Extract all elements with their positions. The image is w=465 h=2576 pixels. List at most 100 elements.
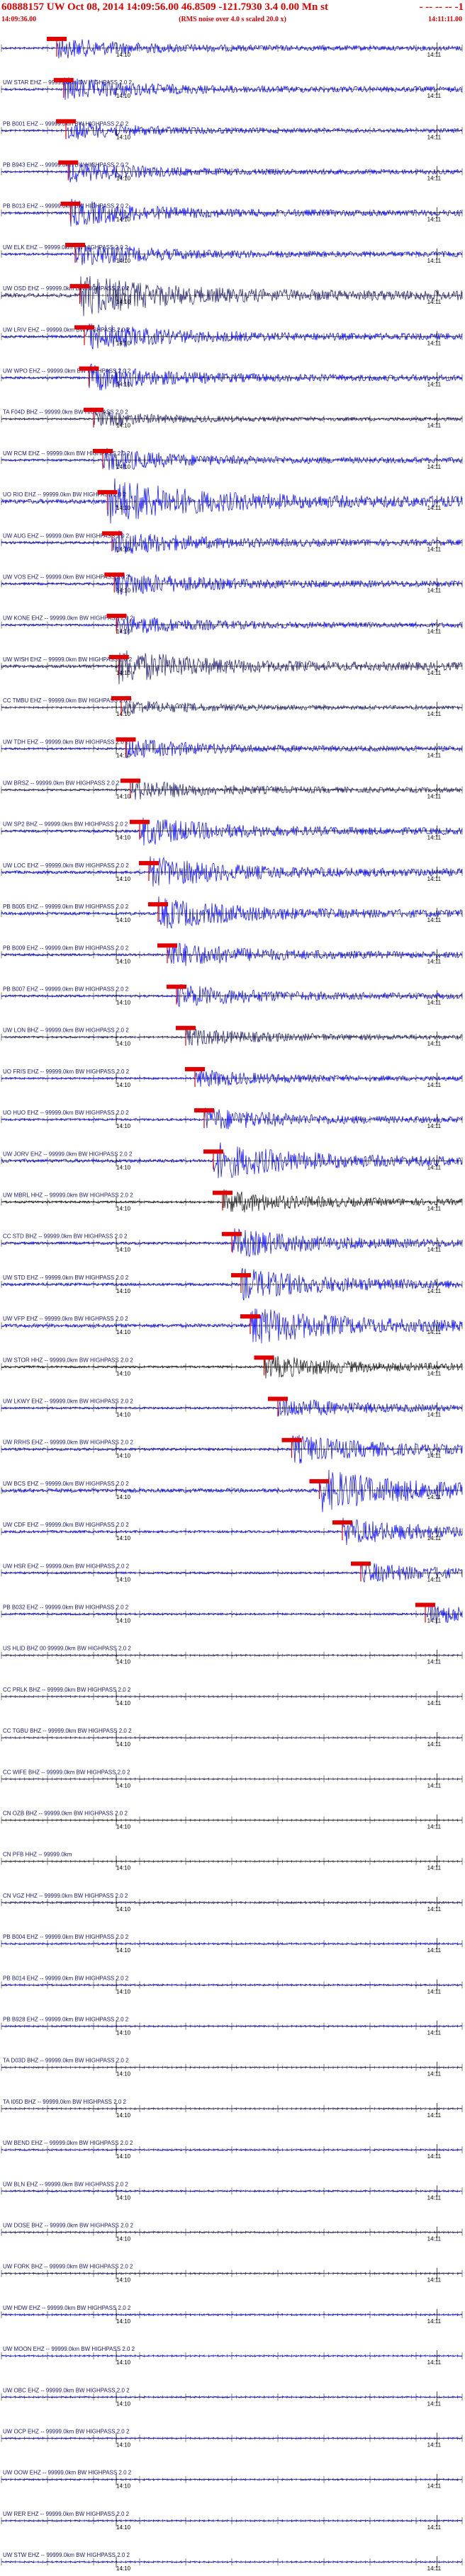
time-label: 14:11 — [427, 1659, 442, 1665]
time-label: 14:11 — [427, 1164, 442, 1170]
time-label: 14:11 — [427, 588, 442, 594]
trace-label: UW MBRL HHZ -- 99999.0km BW HIGHPASS 2.0… — [3, 1192, 133, 1199]
trace-row: PB B001 EHZ -- 99999.0km BW HIGHPASS 2.0… — [1, 119, 463, 140]
time-label: 14:10 — [116, 752, 131, 758]
trace-row: UW STAR EHZ -- 99999.0km BW HIGHPASS 2.0… — [1, 77, 463, 101]
time-label: 14:10 — [116, 1494, 131, 1500]
time-label: 14:11 — [427, 340, 442, 346]
trace-label: UO FRIS EHZ -- 99999.0km BW HIGHPASS 2.0… — [3, 1068, 130, 1075]
time-label: 14:11 — [427, 1412, 442, 1418]
time-label: 14:11 — [427, 93, 442, 99]
time-label: 14:10 — [116, 1082, 131, 1088]
trace-label: UW STD EHZ -- 99999.0km BW HIGHPASS 2.0 … — [3, 1275, 129, 1281]
time-label: 14:10 — [116, 134, 131, 140]
time-label: 14:10 — [116, 1247, 131, 1253]
trace-row: UW STOR HHZ -- 99999.0km BW HIGHPASS 2.0… — [1, 1355, 463, 1379]
time-label: 14:11 — [427, 1041, 442, 1047]
trace-label: UW LRIV EHZ -- 99999.0km BW HIGHPASS 2.0… — [3, 326, 130, 333]
time-label: 14:11 — [427, 299, 442, 305]
scaling-note: (RMS noise over 4.0 s scaled 20.0 x) — [179, 16, 286, 23]
time-label: 14:10 — [116, 1041, 131, 1047]
trace-label: UW VFP EHZ -- 99999.0km BW HIGHPASS 2.0 … — [3, 1316, 128, 1322]
time-label: 14:11 — [427, 1370, 442, 1377]
time-label: 14:11 — [427, 52, 442, 58]
trace-row: CC TGBU BHZ -- 99999.0km BW HIGHPASS 2.0… — [1, 1728, 463, 1748]
trace-label: UW JORV EHZ -- 99999.0km BW HIGHPASS 2.0… — [3, 1151, 133, 1157]
trace-row: UW OSD EHZ -- 99999.0km BW HIGHPASS 2.0 … — [1, 275, 463, 317]
time-label: 14:10 — [116, 1700, 131, 1706]
time-label: 14:10 — [116, 423, 131, 429]
time-label: 14:11 — [427, 546, 442, 552]
trace-row: 14:10 14:11 — [1, 36, 463, 59]
end-time: 14:11:11.00 — [427, 16, 462, 23]
trace-row: UW VOS EHZ -- 99999.0km BW HIGHPASS 2.0 … — [1, 572, 463, 596]
trace-row: UW ELK EHZ -- 99999.0km BW HIGHPASS 2.0 … — [1, 242, 463, 266]
trace-label: UW LON BHZ -- 99999.0km BW HIGHPASS 2.0 … — [3, 1027, 129, 1034]
trace-label: TA F04D BHZ -- 99999.0km BW HIGHPASS 2.0… — [3, 409, 128, 416]
trace-row: UW BRSZ -- 99999.0km BW HIGHPASS 2.0 2 14… — [1, 778, 463, 800]
time-label: 14:10 — [116, 1453, 131, 1459]
trace-row: UW RCM EHZ -- 99999.0km BW HIGHPASS 2.0 … — [1, 448, 463, 470]
time-label: 14:11 — [427, 217, 442, 223]
time-label: 14:10 — [116, 1288, 131, 1294]
trace-label: UW OSD EHZ -- 99999.0km BW HIGHPASS 2.0 … — [3, 285, 130, 292]
trace-row: CN VGZ HHZ -- 99999.0km BW HIGHPASS 2.0 … — [1, 1893, 463, 1913]
time-label: 14:10 — [116, 794, 131, 800]
trace-row: PB B943 EHZ -- 99999.0km BW HIGHPASS 2.0… — [1, 160, 463, 183]
trace-label: CC PRLK BHZ -- 99999.0km BW HIGHPASS 2.0… — [3, 1687, 131, 1693]
trace-label: UW STOR HHZ -- 99999.0km BW HIGHPASS 2.0… — [3, 1357, 133, 1363]
time-label: 14:10 — [116, 217, 131, 223]
trace-row: PB B013 EHZ -- 99999.0km BW HIGHPASS 2.0… — [1, 198, 463, 227]
time-label: 14:10 — [116, 1535, 131, 1541]
trace-row: PB B007 EHZ -- 99999.0km BW HIGHPASS 2.0… — [1, 984, 463, 1008]
time-label: 14:10 — [116, 711, 131, 717]
trace-row: UO HUO EHZ -- 99999.0km BW HIGHPASS 2.0 … — [1, 1107, 463, 1129]
time-label: 14:10 — [116, 1576, 131, 1583]
time-label: 14:11 — [427, 1576, 442, 1583]
time-label: 14:11 — [427, 1618, 442, 1624]
time-label: 14:10 — [116, 1412, 131, 1418]
trace-row: TA F04D BHZ -- 99999.0km BW HIGHPASS 2.0… — [1, 407, 463, 429]
seismogram-plot: 14:10 14:11 UW STAR EHZ -- 99999.0km BW HI… — [1, 36, 463, 2572]
time-label: 14:11 — [427, 1453, 442, 1459]
trace-label: UW TDH EHZ -- 99999.0km BW HIGHPASS 2.0 … — [3, 739, 129, 745]
trace-label: UW RRHS EHZ -- 99999.0km BW HIGHPASS 2.0… — [3, 1440, 133, 1446]
trace-row: PB B009 EHZ -- 99999.0km BW HIGHPASS 2.0… — [1, 942, 463, 967]
time-label: 14:11 — [427, 958, 442, 964]
trace-row: UW MBRL HHZ -- 99999.0km BW HIGHPASS 2.0… — [1, 1189, 463, 1213]
event-title-suffix: - -- -- -- -1 — [419, 1, 464, 13]
trace-label: CC WIFE BHZ -- 99999.0km BW HIGHPASS 2.0… — [3, 1769, 130, 1775]
trace-row: UW LOC EHZ -- 99999.0km BW HIGHPASS 2.0 … — [1, 856, 463, 887]
time-label: 14:11 — [427, 876, 442, 882]
time-label: 14:11 — [427, 258, 442, 264]
time-label: 14:10 — [116, 1164, 131, 1170]
time-label: 14:10 — [116, 93, 131, 99]
trace-label: UW WPO EHZ -- 99999.0km BW HIGHPASS 2.0 … — [3, 368, 131, 375]
trace-label: CC TGBU BHZ -- 99999.0km BW HIGHPASS 2.0… — [3, 1728, 132, 1734]
time-label: 14:11 — [427, 505, 442, 511]
time-label: 14:10 — [116, 1206, 131, 1212]
time-label: 14:10 — [116, 835, 131, 841]
trace-label: PB B032 EHZ -- 99999.0km BW HIGHPASS 2.0… — [3, 1605, 129, 1611]
time-label: 14:10 — [116, 1123, 131, 1129]
time-label: 14:10 — [116, 258, 131, 264]
time-label: 14:10 — [116, 629, 131, 635]
time-label: 14:10 — [116, 1865, 131, 1871]
time-label: 14:10 — [116, 1000, 131, 1006]
time-label: 14:11 — [427, 835, 442, 841]
trace-label: UW BRSZ -- 99999.0km BW HIGHPASS 2.0 2 — [3, 780, 120, 787]
time-label: 14:10 — [116, 505, 131, 511]
trace-row: CC TMBU EHZ -- 99999.0km BW HIGHPASS 2.0… — [1, 696, 463, 717]
trace-row: UO RIO EHZ -- 99999.0km BW HIGHPASS 2.0 … — [1, 478, 463, 524]
time-label: 14:10 — [116, 1824, 131, 1830]
time-label: 14:11 — [427, 134, 442, 140]
trace-row: US HLID BHZ 00 99999.0km BW HIGHPASS 2.0… — [1, 1646, 463, 1665]
time-label: 14:10 — [116, 340, 131, 346]
time-label: 14:10 — [116, 299, 131, 305]
trace-label: UW BCS EHZ -- 99999.0km BW HIGHPASS 2.0 … — [3, 1481, 129, 1487]
time-label: 14:10 — [116, 670, 131, 676]
time-label: 14:11 — [427, 670, 442, 676]
trace-row: UW LKWY EHZ -- 99999.0km BW HIGHPASS 2.0… — [1, 1396, 463, 1418]
time-label: 14:11 — [427, 1082, 442, 1088]
time-label: 14:11 — [427, 752, 442, 758]
